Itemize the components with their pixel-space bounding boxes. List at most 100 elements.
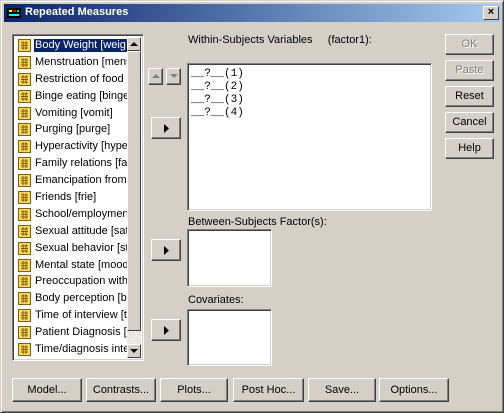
spss-app-icon xyxy=(7,8,21,18)
post-hoc-button[interactable]: Post Hoc... xyxy=(233,378,304,402)
variable-item[interactable]: Purging [purge] xyxy=(15,121,127,138)
scale-variable-icon xyxy=(18,157,31,171)
variable-item[interactable]: Binge eating [binge xyxy=(15,88,127,105)
within-subjects-variables-list[interactable]: __?__(1) __?__(2) __?__(3) __?__(4) xyxy=(187,63,432,211)
within-subjects-label: Within-Subjects Variables (factor1): xyxy=(188,34,372,46)
scroll-up-arrow-icon xyxy=(130,42,138,46)
variable-list-scrollbar[interactable] xyxy=(127,37,141,358)
between-subjects-label: Between-Subjects Factor(s): xyxy=(188,216,327,228)
within-factor-name: (factor1): xyxy=(327,34,372,46)
variable-item[interactable]: Sexual attitude [sat xyxy=(15,223,127,240)
window-title: Repeated Measures xyxy=(25,6,129,18)
within-slot[interactable]: __?__(2) xyxy=(191,81,244,93)
variable-item[interactable]: Hyperactivity [hype xyxy=(15,138,127,155)
variable-label: Friends [frie] xyxy=(35,191,97,204)
variable-item[interactable]: Body Weight [weig xyxy=(15,37,127,54)
scale-variable-icon xyxy=(18,89,31,103)
scroll-down-button[interactable] xyxy=(127,344,141,358)
variable-item[interactable]: Vomiting [vomit] xyxy=(15,105,127,122)
variable-label: Purging [purge] xyxy=(35,123,111,136)
variable-item[interactable]: Sexual behavior [st xyxy=(15,240,127,257)
variable-items: Body Weight [weig Menstruation [mens Restr… xyxy=(15,37,127,358)
scale-variable-icon xyxy=(18,292,31,306)
move-to-within-button[interactable] xyxy=(151,117,181,139)
variable-item[interactable]: Body perception [bo xyxy=(15,290,127,307)
within-slot[interactable]: __?__(4) xyxy=(191,107,244,119)
scale-variable-icon xyxy=(18,207,31,221)
scale-variable-icon xyxy=(18,258,31,272)
scale-variable-icon xyxy=(18,140,31,154)
variable-label: Patient Diagnosis [d xyxy=(35,326,127,339)
scroll-thumb[interactable] xyxy=(127,51,141,331)
scale-variable-icon xyxy=(18,72,31,86)
down-triangle-icon xyxy=(170,74,178,78)
variable-label: School/employmen xyxy=(35,207,127,220)
title-bar: Repeated Measures × xyxy=(4,4,501,22)
scale-variable-icon xyxy=(18,191,31,205)
scroll-down-arrow-icon xyxy=(130,349,138,353)
between-subjects-factor-list[interactable] xyxy=(187,229,272,287)
options-button[interactable]: Options... xyxy=(379,378,449,402)
scale-variable-icon xyxy=(18,123,31,137)
variable-label: Body Weight [weig xyxy=(33,38,127,53)
variable-item[interactable]: Mental state [mood xyxy=(15,257,127,274)
close-button[interactable]: × xyxy=(483,6,499,20)
right-arrow-icon xyxy=(164,326,169,335)
plots-button[interactable]: Plots... xyxy=(160,378,228,402)
variable-label: Mental state [mood xyxy=(35,258,127,271)
variable-item[interactable]: Time/diagnosis inte xyxy=(15,341,127,358)
variable-item[interactable]: Preoccupation with xyxy=(15,273,127,290)
right-arrow-icon xyxy=(164,124,169,133)
move-to-between-button[interactable] xyxy=(151,239,181,261)
scale-variable-icon xyxy=(18,106,31,120)
scale-variable-icon xyxy=(18,275,31,289)
move-to-covariates-button[interactable] xyxy=(151,319,181,341)
variable-label: Time of interview [ti xyxy=(35,309,127,322)
scroll-up-button[interactable] xyxy=(127,37,141,51)
variable-label: Preoccupation with xyxy=(35,275,127,288)
covariates-list[interactable] xyxy=(187,309,272,366)
variable-item[interactable]: Patient Diagnosis [d xyxy=(15,324,127,341)
scale-variable-icon xyxy=(18,343,31,357)
within-slot[interactable]: __?__(3) xyxy=(191,94,244,106)
scale-variable-icon xyxy=(18,39,31,52)
variable-label: Family relations [fan xyxy=(35,157,127,170)
scale-variable-icon xyxy=(18,241,31,255)
variable-item[interactable]: Friends [frie] xyxy=(15,189,127,206)
variable-item[interactable]: Family relations [fan xyxy=(15,155,127,172)
save-button[interactable]: Save... xyxy=(308,378,376,402)
variable-item[interactable]: Emancipation from xyxy=(15,172,127,189)
move-down-button[interactable] xyxy=(166,68,181,85)
ok-button[interactable]: OK xyxy=(445,34,494,55)
repeated-measures-dialog: Repeated Measures × Body Weight [weig Men… xyxy=(0,0,504,413)
reset-button[interactable]: Reset xyxy=(445,86,494,107)
model-button[interactable]: Model... xyxy=(12,378,82,402)
covariates-label: Covariates: xyxy=(188,294,244,306)
scale-variable-icon xyxy=(18,174,31,188)
scale-variable-icon xyxy=(18,55,31,69)
source-variable-list[interactable]: Body Weight [weig Menstruation [mens Restr… xyxy=(12,34,144,361)
variable-label: Body perception [bo xyxy=(35,292,127,305)
paste-button[interactable]: Paste xyxy=(445,60,494,81)
right-arrow-icon xyxy=(164,246,169,255)
variable-item[interactable]: Restriction of food i xyxy=(15,71,127,88)
variable-item[interactable]: Time of interview [ti xyxy=(15,307,127,324)
move-up-button[interactable] xyxy=(148,68,163,85)
scale-variable-icon xyxy=(18,309,31,323)
variable-label: Vomiting [vomit] xyxy=(35,106,113,119)
cancel-button[interactable]: Cancel xyxy=(445,112,494,133)
variable-label: Sexual behavior [st xyxy=(35,241,127,254)
variable-label: Sexual attitude [sat xyxy=(35,224,127,237)
contrasts-button[interactable]: Contrasts... xyxy=(86,378,156,402)
up-triangle-icon xyxy=(152,74,160,78)
within-slot[interactable]: __?__(1) xyxy=(191,68,244,80)
variable-label: Time/diagnosis inte xyxy=(35,343,127,356)
variable-label: Binge eating [binge xyxy=(35,89,127,102)
within-subjects-label-text: Within-Subjects Variables xyxy=(188,34,313,46)
variable-label: Restriction of food i xyxy=(35,72,127,85)
variable-label: Emancipation from xyxy=(35,174,127,187)
variable-item[interactable]: School/employmen xyxy=(15,206,127,223)
variable-item[interactable]: Menstruation [mens xyxy=(15,54,127,71)
scale-variable-icon xyxy=(18,326,31,340)
help-button[interactable]: Help xyxy=(445,138,494,159)
